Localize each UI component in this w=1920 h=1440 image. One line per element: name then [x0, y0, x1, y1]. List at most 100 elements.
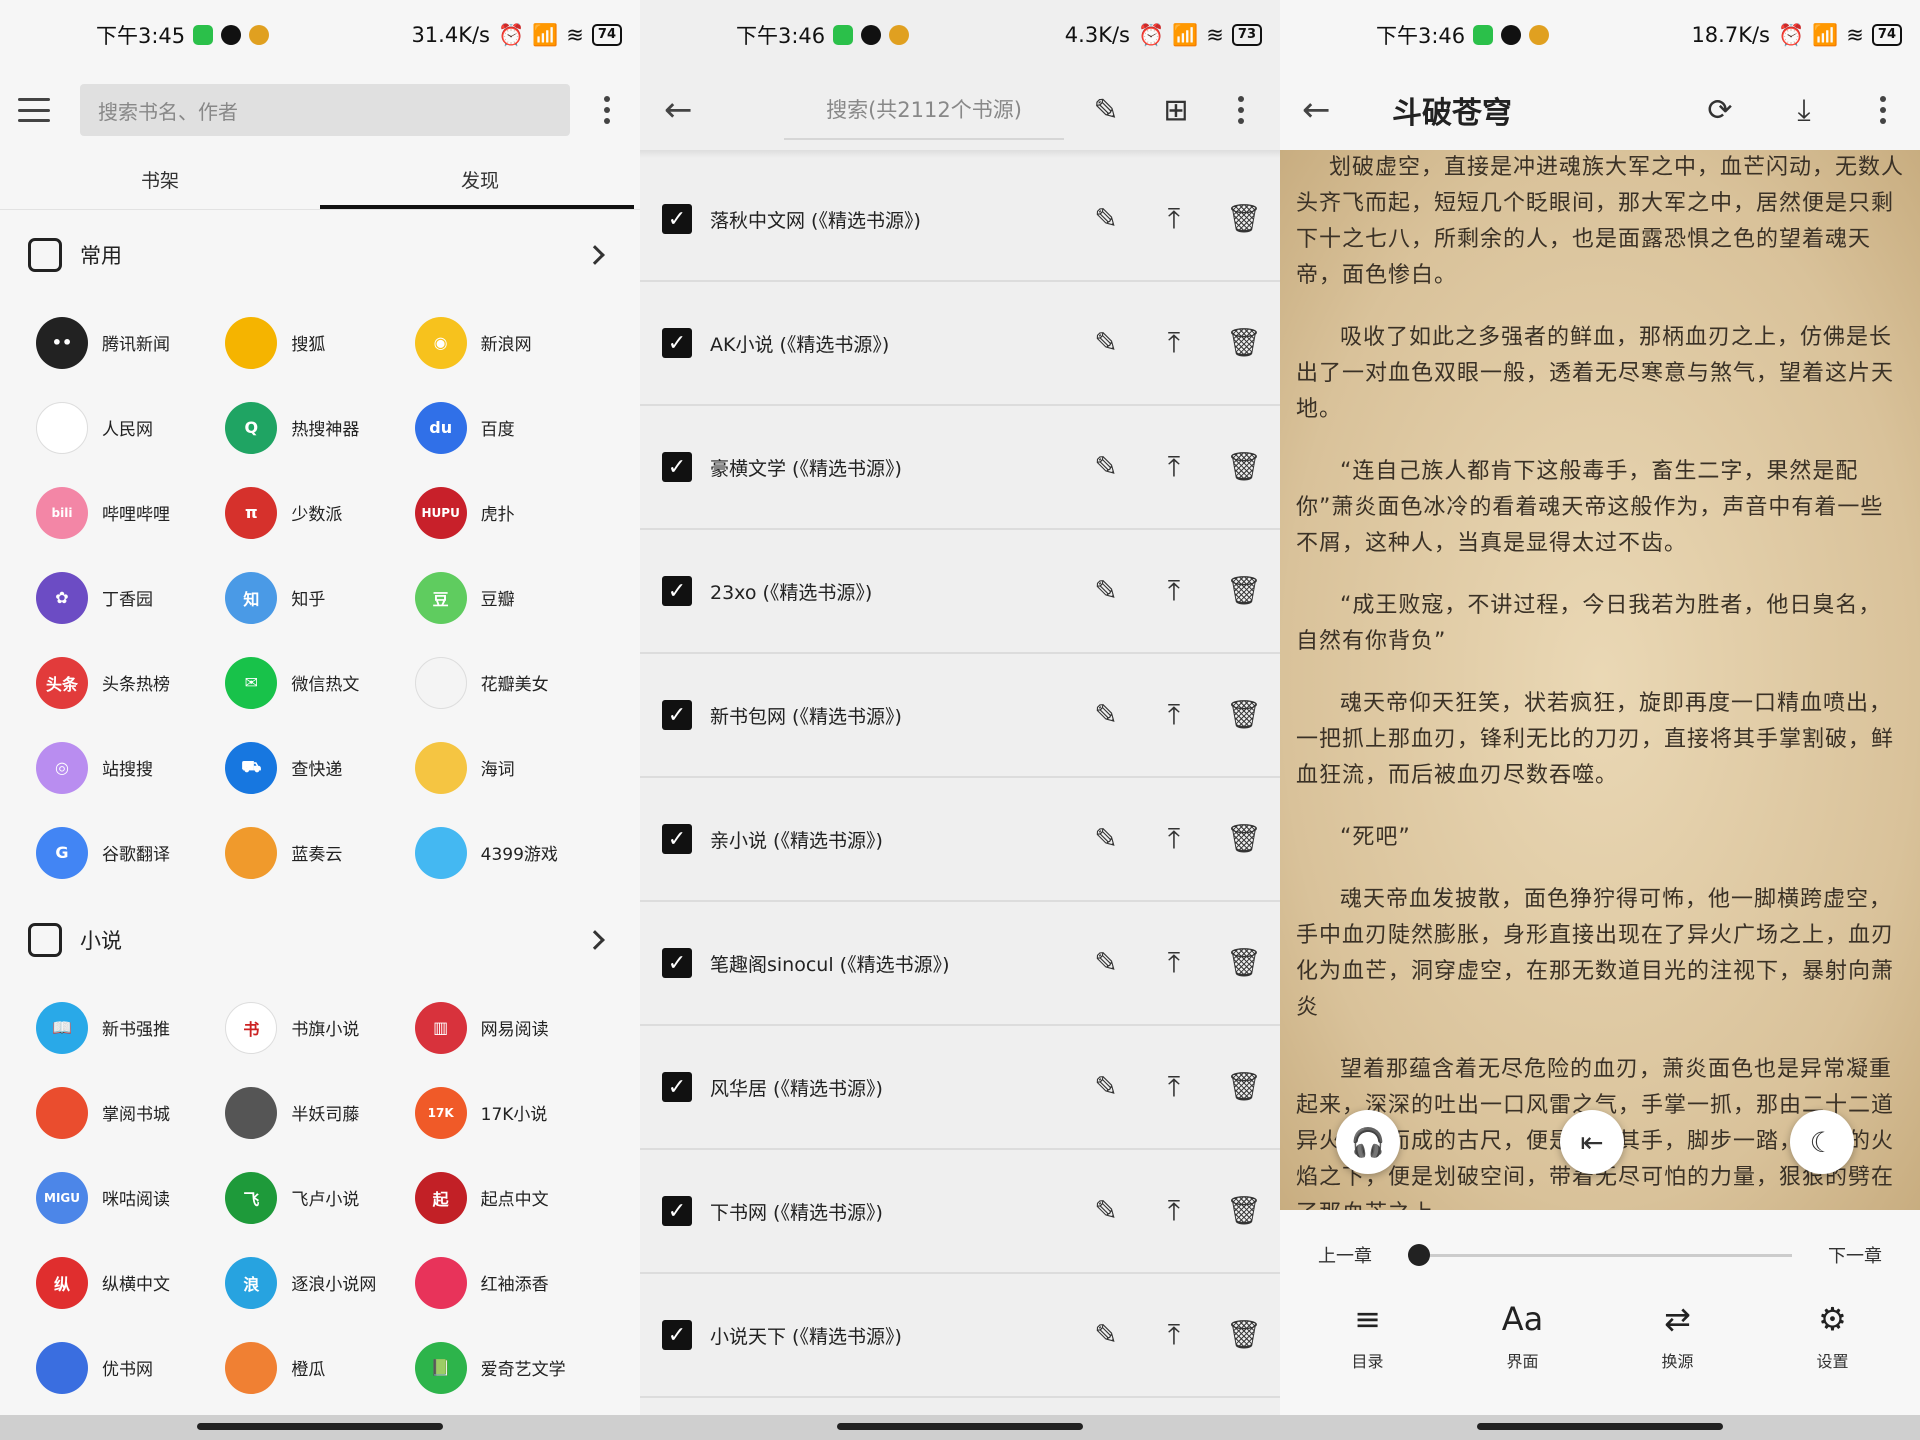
- checkbox[interactable]: ✓: [662, 824, 692, 854]
- section-header-common[interactable]: 常用: [0, 210, 640, 300]
- app-item[interactable]: 花瓣美女: [414, 640, 604, 725]
- app-item[interactable]: 📖 新书强推: [36, 985, 225, 1070]
- move-top-icon[interactable]: ⤒: [1158, 202, 1190, 236]
- edit-icon[interactable]: ✎: [1090, 1070, 1122, 1104]
- move-top-icon[interactable]: ⤒: [1158, 698, 1190, 732]
- delete-icon[interactable]: 🗑: [1226, 698, 1262, 732]
- chevron-right-icon[interactable]: [585, 245, 605, 265]
- checkbox[interactable]: ✓: [662, 1320, 692, 1350]
- move-top-icon[interactable]: ⤒: [1158, 1194, 1190, 1228]
- app-item[interactable]: ▥ 网易阅读: [414, 985, 604, 1070]
- delete-icon[interactable]: 🗑: [1226, 450, 1262, 484]
- checkbox[interactable]: ✓: [662, 700, 692, 730]
- edit-icon[interactable]: ✎: [1090, 698, 1122, 732]
- checkbox[interactable]: ✓: [662, 452, 692, 482]
- app-item[interactable]: 头条 头条热榜: [36, 640, 225, 725]
- app-item[interactable]: •• 腾讯新闻: [36, 300, 225, 385]
- app-item[interactable]: 海词: [414, 725, 604, 810]
- delete-icon[interactable]: 🗑: [1226, 946, 1262, 980]
- section-header-novel[interactable]: 小说: [0, 895, 640, 985]
- next-chapter-button[interactable]: 下一章: [1828, 1242, 1882, 1268]
- edit-icon[interactable]: ✎: [1090, 946, 1122, 980]
- reader-menu-item[interactable]: ≡ 目录: [1308, 1300, 1428, 1372]
- move-top-icon[interactable]: ⤒: [1158, 946, 1190, 980]
- app-item[interactable]: G 谷歌翻译: [36, 810, 225, 895]
- headphones-icon[interactable]: 🎧: [1336, 1110, 1400, 1174]
- search-input[interactable]: 搜索书名、作者: [80, 84, 570, 136]
- checkbox[interactable]: ✓: [662, 576, 692, 606]
- more-icon[interactable]: [1226, 96, 1256, 124]
- app-item[interactable]: 红袖添香: [414, 1240, 604, 1325]
- delete-icon[interactable]: 🗑: [1226, 574, 1262, 608]
- edit-icon[interactable]: ✎: [1086, 93, 1126, 128]
- move-top-icon[interactable]: ⤒: [1158, 574, 1190, 608]
- auto-page-icon[interactable]: ⇤: [1560, 1110, 1624, 1174]
- group-icon[interactable]: ⊞: [1156, 93, 1196, 128]
- source-row[interactable]: ✓ 亲小说 (《精选书源》) ✎ ⤒ 🗑: [640, 778, 1280, 902]
- source-row[interactable]: ✓ 落秋中文网 (《精选书源》) ✎ ⤒ 🗑: [640, 158, 1280, 282]
- chapter-progress-slider[interactable]: [1408, 1243, 1792, 1266]
- source-row[interactable]: ✓ AK小说 (《精选书源》) ✎ ⤒ 🗑: [640, 282, 1280, 406]
- app-item[interactable]: 半妖司藤: [225, 1070, 414, 1155]
- app-item[interactable]: MIGU 咪咕阅读: [36, 1155, 225, 1240]
- source-row[interactable]: ✓ 新书包网 (《精选书源》) ✎ ⤒ 🗑: [640, 654, 1280, 778]
- delete-icon[interactable]: 🗑: [1226, 326, 1262, 360]
- app-item[interactable]: 纵纵横中文: [36, 1240, 225, 1325]
- download-icon[interactable]: ⤓: [1784, 93, 1824, 128]
- app-item[interactable]: ✿ 丁香园: [36, 555, 225, 640]
- app-item[interactable]: 书书旗小说: [225, 985, 414, 1070]
- move-top-icon[interactable]: ⤒: [1158, 1070, 1190, 1104]
- edit-icon[interactable]: ✎: [1090, 450, 1122, 484]
- app-item[interactable]: 📗 爱奇艺文学: [414, 1325, 604, 1410]
- checkbox[interactable]: ✓: [662, 1072, 692, 1102]
- source-row[interactable]: ✓ 小说天下 (《精选书源》) ✎ ⤒ 🗑: [640, 1274, 1280, 1398]
- edit-icon[interactable]: ✎: [1090, 1194, 1122, 1228]
- delete-icon[interactable]: 🗑: [1226, 1070, 1262, 1104]
- menu-icon[interactable]: [18, 98, 50, 122]
- more-icon[interactable]: [592, 96, 622, 124]
- reader-content[interactable]: 划破虚空，直接是冲进魂族大军之中，血芒闪动，无数人头齐飞而起，短短几个眨眼间，那…: [1280, 150, 1920, 1210]
- checkbox[interactable]: ✓: [662, 1196, 692, 1226]
- app-item[interactable]: 豆豆瓣: [414, 555, 604, 640]
- delete-icon[interactable]: 🗑: [1226, 822, 1262, 856]
- source-row[interactable]: ✓ 笔趣阁sinocul (《精选书源》) ✎ ⤒ 🗑: [640, 902, 1280, 1026]
- app-item[interactable]: π 少数派: [225, 470, 414, 555]
- more-icon[interactable]: [1868, 96, 1898, 124]
- app-item[interactable]: 掌阅书城: [36, 1070, 225, 1155]
- night-mode-icon[interactable]: ☾: [1790, 1110, 1854, 1174]
- app-item[interactable]: Q 热搜神器: [225, 385, 414, 470]
- back-arrow-icon[interactable]: ←: [1302, 90, 1342, 130]
- app-item[interactable]: 橙瓜: [225, 1325, 414, 1410]
- app-item[interactable]: ✉ 微信热文: [225, 640, 414, 725]
- app-item[interactable]: 17K 17K小说: [414, 1070, 604, 1155]
- app-item[interactable]: 蓝奏云: [225, 810, 414, 895]
- checkbox[interactable]: ✓: [662, 948, 692, 978]
- app-item[interactable]: 知知乎: [225, 555, 414, 640]
- refresh-icon[interactable]: ⟳: [1700, 93, 1740, 128]
- app-item[interactable]: 搜狐: [225, 300, 414, 385]
- edit-icon[interactable]: ✎: [1090, 326, 1122, 360]
- source-row[interactable]: ✓ 风华居 (《精选书源》) ✎ ⤒ 🗑: [640, 1026, 1280, 1150]
- app-item[interactable]: HUPU 虎扑: [414, 470, 604, 555]
- app-item[interactable]: ◎ 站搜搜: [36, 725, 225, 810]
- edit-icon[interactable]: ✎: [1090, 574, 1122, 608]
- app-item[interactable]: du 百度: [414, 385, 604, 470]
- app-item[interactable]: 人民网: [36, 385, 225, 470]
- source-row[interactable]: ✓ 豪横文学 (《精选书源》) ✎ ⤒ 🗑: [640, 406, 1280, 530]
- prev-chapter-button[interactable]: 上一章: [1318, 1242, 1372, 1268]
- delete-icon[interactable]: 🗑: [1226, 202, 1262, 236]
- app-item[interactable]: 浪逐浪小说网: [225, 1240, 414, 1325]
- delete-icon[interactable]: 🗑: [1226, 1318, 1262, 1352]
- move-top-icon[interactable]: ⤒: [1158, 1318, 1190, 1352]
- back-arrow-icon[interactable]: ←: [664, 90, 704, 130]
- move-top-icon[interactable]: ⤒: [1158, 326, 1190, 360]
- slider-thumb[interactable]: [1408, 1243, 1430, 1266]
- edit-icon[interactable]: ✎: [1090, 1318, 1122, 1352]
- app-item[interactable]: 优书网: [36, 1325, 225, 1410]
- tab-discover[interactable]: 发现: [320, 150, 640, 209]
- reader-menu-item[interactable]: Aa 界面: [1463, 1300, 1583, 1372]
- reader-menu-item[interactable]: ⚙ 设置: [1773, 1300, 1893, 1372]
- edit-icon[interactable]: ✎: [1090, 202, 1122, 236]
- app-item[interactable]: 飞飞卢小说: [225, 1155, 414, 1240]
- delete-icon[interactable]: 🗑: [1226, 1194, 1262, 1228]
